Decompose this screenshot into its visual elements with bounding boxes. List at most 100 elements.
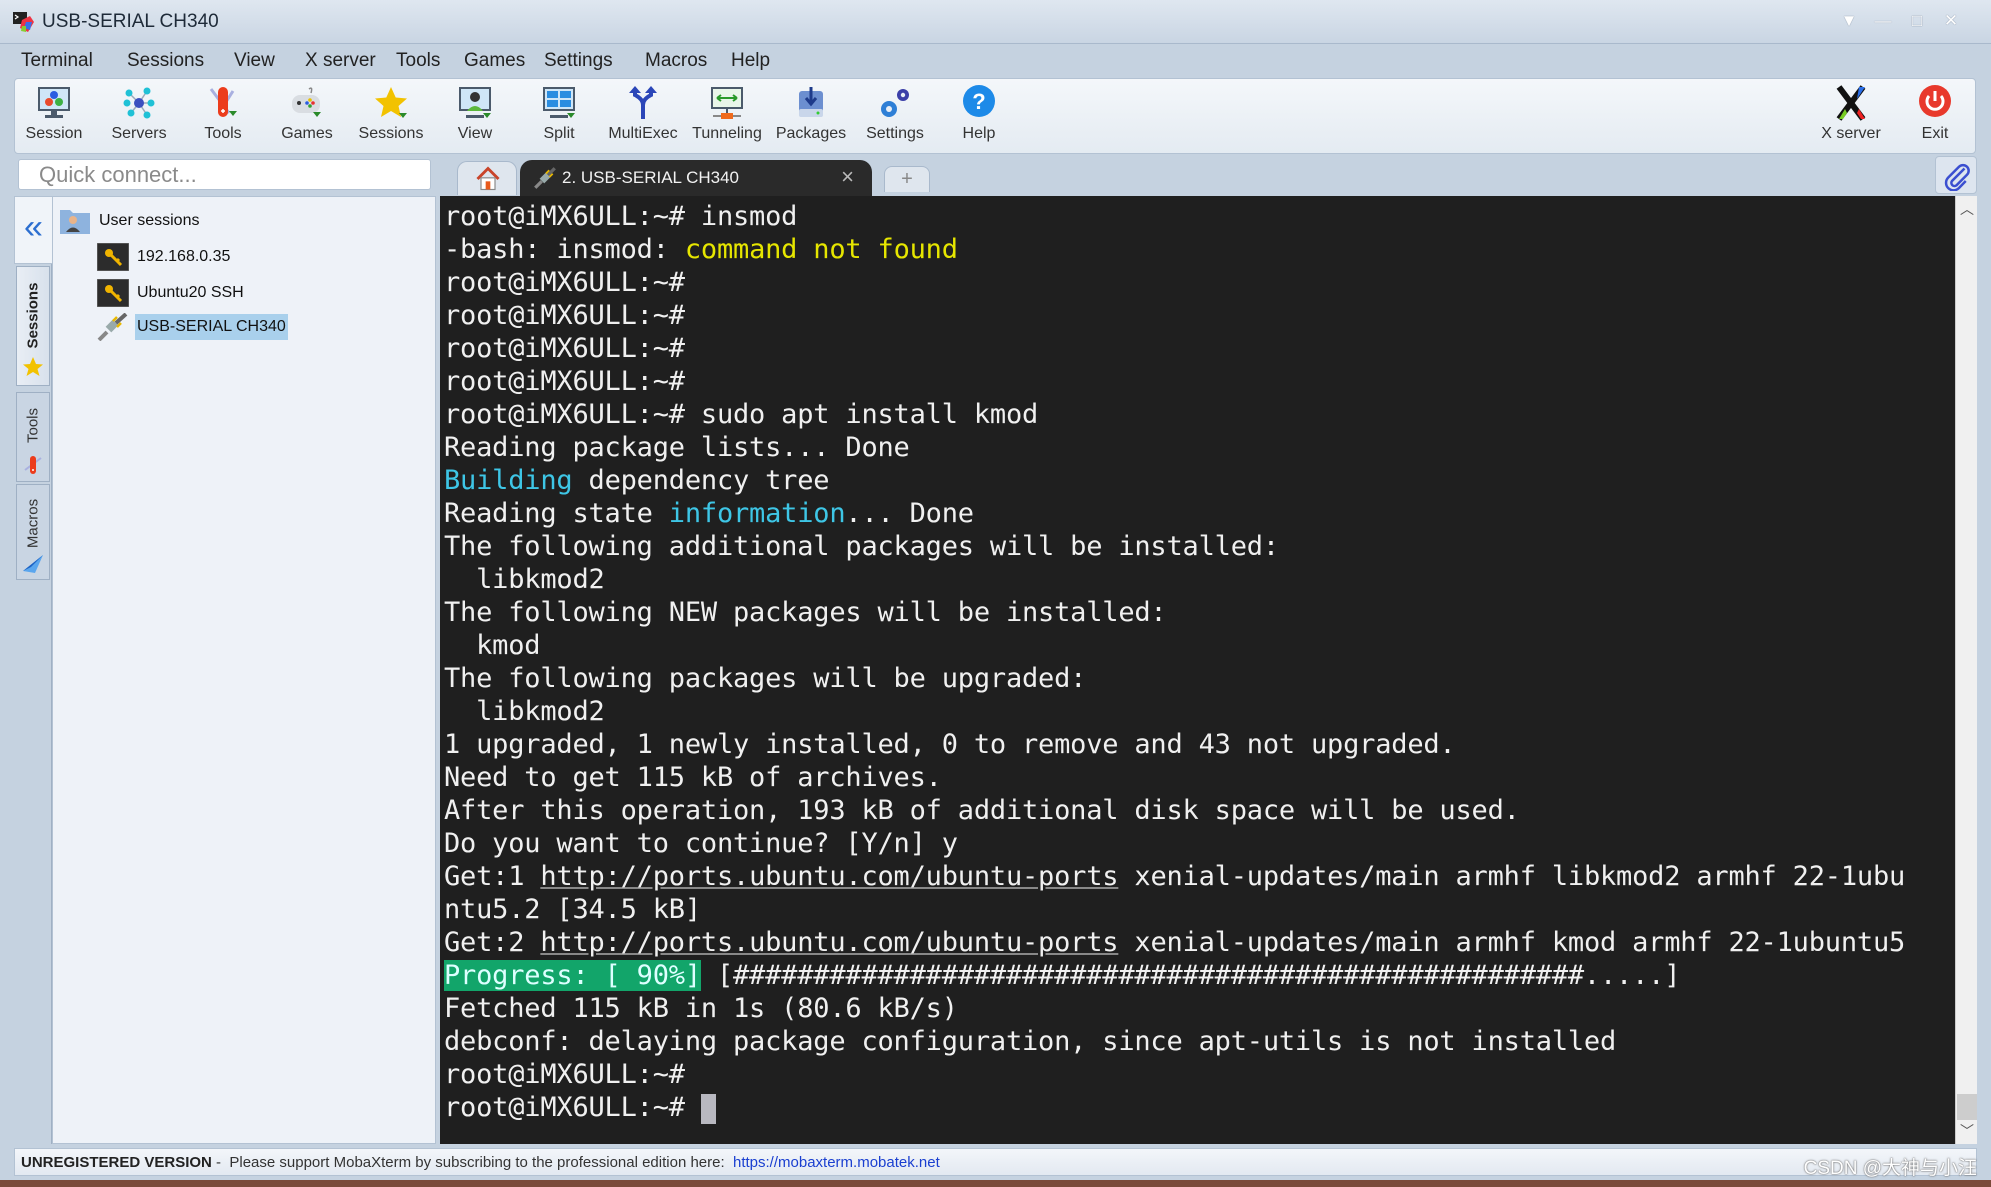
terminal-text: [#######################################… (700, 960, 1681, 991)
session-item[interactable]: Ubuntu20 SSH (97, 279, 246, 307)
settings-button[interactable]: Settings (855, 81, 935, 153)
paper-plane-icon (23, 555, 43, 573)
new-tab-button[interactable]: + (884, 166, 930, 192)
multiexec-label: MultiExec (608, 125, 678, 142)
terminal-line: Get:1 http://ports.ubuntu.com/ubuntu-por… (444, 860, 1905, 893)
minimize-button[interactable]: — (1873, 12, 1893, 30)
scroll-thumb[interactable] (1957, 1094, 1977, 1120)
power-icon (1919, 85, 1951, 117)
mobaxterm-app-icon (13, 12, 34, 32)
close-button[interactable]: ✕ (1941, 12, 1961, 30)
session-item-selected[interactable]: USB-SERIAL CH340 (97, 313, 288, 341)
menu-sessions[interactable]: Sessions (127, 50, 204, 72)
terminal-text: debconf: delaying package configuration,… (444, 1026, 1617, 1057)
x-server-button[interactable]: X server (1811, 81, 1891, 153)
terminal-scrollbar[interactable]: ︿ ﹀ (1955, 196, 1977, 1144)
session-button[interactable]: Session (14, 81, 94, 153)
terminal-text: root@iMX6ULL:~# (444, 333, 685, 364)
collapse-sidebar-icon[interactable]: « (14, 196, 52, 264)
menu-help[interactable]: Help (731, 50, 770, 72)
terminal-text: ... Done (845, 498, 974, 529)
attach-button[interactable] (1935, 156, 1977, 194)
scroll-up-icon[interactable]: ︿ (1956, 198, 1978, 220)
terminal-text: After this operation, 193 kB of addition… (444, 795, 1520, 826)
menu-tools[interactable]: Tools (396, 50, 440, 72)
session-label: 192.168.0.35 (137, 248, 231, 265)
x-server-label: X server (1821, 125, 1881, 142)
menu-view[interactable]: View (234, 50, 275, 72)
user-sessions-folder[interactable]: User sessions (59, 207, 201, 235)
terminal-link[interactable]: http://ports.ubuntu.com/ubuntu-ports (540, 861, 1118, 892)
menu-macros[interactable]: Macros (645, 50, 707, 72)
menu-games[interactable]: Games (464, 50, 525, 72)
home-icon (476, 166, 500, 191)
tools-label: Tools (204, 125, 242, 142)
terminal-text: root@iMX6ULL:~# (444, 1059, 685, 1090)
sidebar-tab-tools-label: Tools (24, 407, 42, 444)
quick-connect-placeholder: Quick connect... (39, 162, 197, 187)
mobatek-link[interactable]: https://mobaxterm.mobatek.net (733, 1154, 940, 1171)
scroll-down-icon[interactable]: ﹀ (1956, 1120, 1978, 1142)
exit-label: Exit (1921, 125, 1949, 142)
window-menu-dropdown-icon[interactable]: ▼ (1839, 12, 1859, 30)
tab-close-icon[interactable]: × (841, 164, 854, 190)
view-button[interactable]: View (435, 81, 515, 153)
terminal-text: root@iMX6ULL:~# insmod (444, 201, 798, 232)
svg-text:?: ? (972, 89, 985, 114)
terminal-text: xenial-updates/main armhf libkmod2 armhf… (1118, 861, 1906, 892)
maximize-button[interactable]: □ (1907, 12, 1927, 30)
terminal-text: command not found (684, 234, 958, 265)
terminal-line: Get:2 http://ports.ubuntu.com/ubuntu-por… (444, 926, 1905, 959)
terminal-line: root@iMX6ULL:~# (444, 1091, 1905, 1124)
exit-button[interactable]: Exit (1895, 81, 1975, 153)
session-label: Ubuntu20 SSH (137, 284, 244, 301)
session-label: USB-SERIAL CH340 (135, 314, 288, 340)
sidebar-tab-tools[interactable]: Tools (16, 392, 50, 482)
terminal-line: libkmod2 (444, 563, 1905, 596)
terminal-text: ntu5.2 [34.5 kB] (444, 894, 701, 925)
sessions-button[interactable]: Sessions (351, 81, 431, 153)
tab-usb-serial-ch340[interactable]: 2. USB-SERIAL CH340 × (520, 160, 872, 196)
sidebar-tab-sessions-label: Sessions (24, 282, 42, 349)
tunneling-button[interactable]: Tunneling (687, 81, 767, 153)
sidebar-tab-macros-label: Macros (24, 498, 42, 549)
menu-x-server[interactable]: X server (305, 50, 376, 72)
menu-settings[interactable]: Settings (544, 50, 613, 72)
settings-icon (881, 89, 909, 117)
session-item[interactable]: 192.168.0.35 (97, 243, 232, 271)
terminal-cursor (700, 1093, 716, 1124)
title-bar: USB-SERIAL CH340 ▼ — □ ✕ (0, 0, 1991, 44)
terminal-text: Fetched 115 kB in 1s (80.6 kB/s) (444, 993, 958, 1024)
paperclip-icon (1944, 163, 1970, 191)
terminal-line: ntu5.2 [34.5 kB] (444, 893, 1905, 926)
terminal-text: The following packages will be upgraded: (444, 663, 1087, 694)
tools-icon (209, 87, 237, 117)
terminal-line: Do you want to continue? [Y/n] y (444, 827, 1905, 860)
home-tab[interactable] (457, 161, 517, 195)
multiexec-button[interactable]: MultiExec (603, 81, 683, 153)
terminal-link[interactable]: http://ports.ubuntu.com/ubuntu-ports (540, 927, 1118, 958)
sidebar-tab-sessions[interactable]: Sessions (16, 266, 50, 386)
terminal-text: root@iMX6ULL:~# sudo apt install kmod (444, 399, 1039, 430)
terminal-view[interactable]: root@iMX6ULL:~# insmod -bash: insmod: com… (440, 196, 1955, 1144)
view-icon (459, 87, 491, 118)
split-button[interactable]: Split (519, 81, 599, 153)
servers-icon (123, 87, 155, 119)
sidebar-tab-macros[interactable]: Macros (16, 484, 50, 580)
terminal-line: debconf: delaying package configuration,… (444, 1025, 1905, 1058)
packages-button[interactable]: Packages (771, 81, 851, 153)
games-button[interactable]: Games (267, 81, 347, 153)
star-icon (375, 87, 407, 118)
terminal-line: The following NEW packages will be insta… (444, 596, 1905, 629)
servers-button[interactable]: Servers (99, 81, 179, 153)
menu-terminal[interactable]: Terminal (21, 50, 93, 72)
tools-button[interactable]: Tools (183, 81, 263, 153)
user-folder-icon (60, 210, 90, 234)
terminal-text: Do you want to continue? [Y/n] y (444, 828, 958, 859)
terminal-line: -bash: insmod: command not found (444, 233, 1905, 266)
quick-connect-input[interactable]: Quick connect... (18, 159, 431, 190)
sessions-panel: User sessions 192.168.0.35 Ubuntu20 SSH … (52, 196, 436, 1144)
help-button[interactable]: ? Help (939, 81, 1019, 153)
terminal-text: 1 upgraded, 1 newly installed, 0 to remo… (444, 729, 1456, 760)
help-icon: ? (963, 85, 995, 117)
